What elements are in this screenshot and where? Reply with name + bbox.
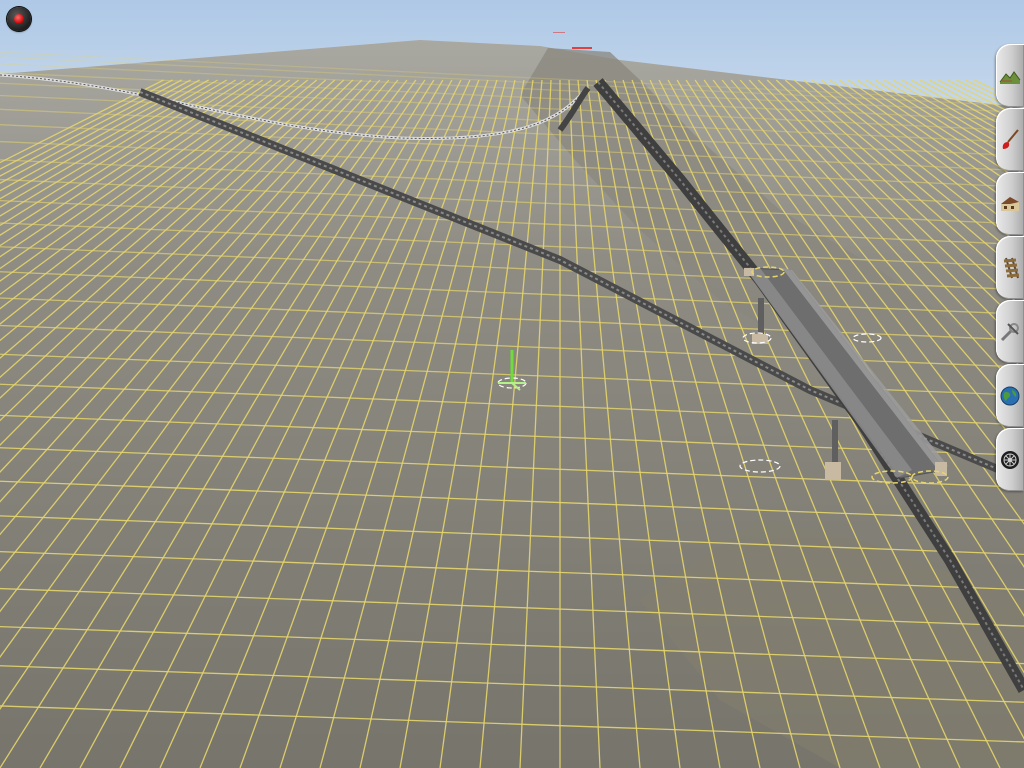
terrain-scene[interactable]	[0, 0, 1024, 768]
record-icon	[14, 14, 24, 24]
house-icon	[1001, 197, 1019, 211]
record-button[interactable]	[7, 7, 31, 31]
session-tool-tab[interactable]	[996, 428, 1024, 491]
wrench-icon	[1000, 323, 1019, 342]
track-tool-tab[interactable]	[996, 236, 1024, 299]
terrain-icon	[999, 71, 1021, 84]
wheel-icon	[1001, 451, 1019, 469]
bridge-pillar	[758, 298, 764, 338]
globe-icon	[1000, 386, 1020, 406]
game-viewport[interactable]	[0, 0, 1024, 768]
hilltop-marker	[572, 47, 592, 49]
terrain-tool-tab[interactable]	[996, 44, 1024, 107]
tool-palette	[996, 44, 1024, 491]
hilltop-marker	[553, 32, 565, 33]
paint-tool-tab[interactable]	[996, 108, 1024, 171]
objects-tool-tab[interactable]	[996, 172, 1024, 235]
paint-brush-icon	[1002, 129, 1019, 149]
tools-tool-tab[interactable]	[996, 300, 1024, 363]
bridge-pillar-base	[825, 462, 841, 480]
topology-tool-tab[interactable]	[996, 364, 1024, 427]
track-icon	[1003, 257, 1020, 279]
